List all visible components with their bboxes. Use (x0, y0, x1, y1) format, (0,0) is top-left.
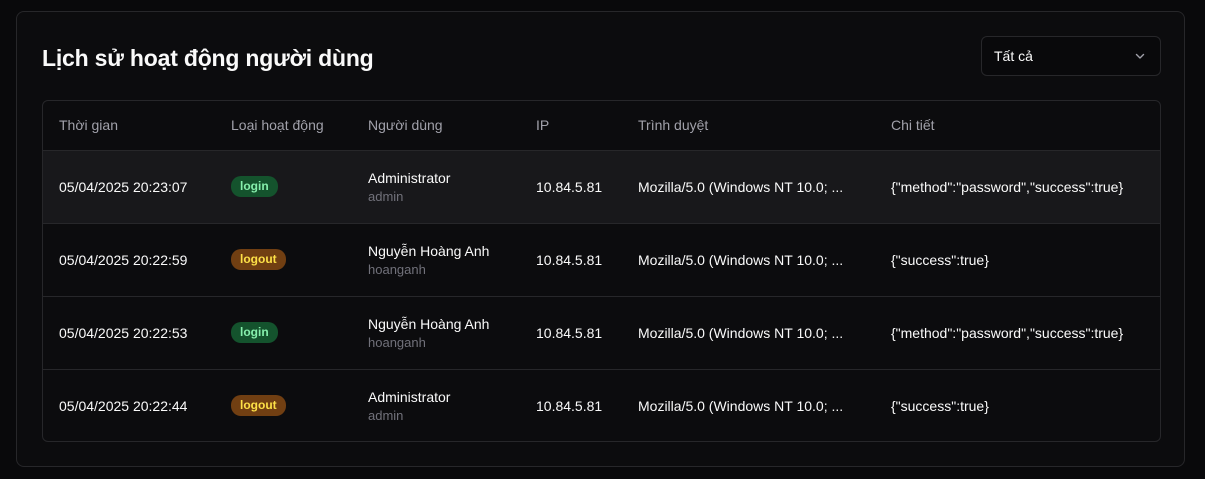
header-time: Thời gian (43, 101, 215, 151)
user-name: Administrator (368, 169, 451, 186)
user-username: hoanganh (368, 334, 426, 350)
header-user: Người dùng (352, 101, 520, 151)
cell-details: {"method":"password","success":true} (891, 178, 1124, 195)
cell-time: 05/04/2025 20:23:07 (59, 178, 188, 195)
header-details: Chi tiết (875, 101, 1160, 151)
user-name: Nguyễn Hoàng Anh (368, 315, 490, 332)
page-title: Lịch sử hoạt động người dùng (42, 45, 374, 71)
table-row[interactable]: 05/04/2025 20:23:07 login Administrator … (43, 150, 1160, 223)
cell-details: {"method":"password","success":true} (891, 324, 1124, 341)
user-username: admin (368, 188, 404, 204)
user-name: Nguyễn Hoàng Anh (368, 242, 490, 259)
activity-type-badge: login (231, 322, 278, 343)
user-name: Administrator (368, 388, 451, 405)
cell-browser: Mozilla/5.0 (Windows NT 10.0; ... (638, 251, 844, 268)
cell-time: 05/04/2025 20:22:53 (59, 324, 188, 341)
cell-ip: 10.84.5.81 (536, 397, 603, 414)
activity-type-badge: logout (231, 395, 286, 417)
activity-table: Thời gian Loại hoạt động Người dùng IP T… (42, 100, 1161, 442)
filter-selected-value: Tất cả (994, 48, 1033, 64)
header-ip: IP (520, 101, 622, 151)
user-username: hoanganh (368, 261, 426, 277)
cell-time: 05/04/2025 20:22:59 (59, 251, 188, 268)
cell-details: {"success":true} (891, 397, 989, 414)
cell-browser: Mozilla/5.0 (Windows NT 10.0; ... (638, 324, 844, 341)
user-username: admin (368, 407, 404, 423)
activity-type-badge: logout (231, 249, 286, 270)
table-row[interactable]: 05/04/2025 20:22:53 login Nguyễn Hoàng A… (43, 296, 1160, 369)
cell-ip: 10.84.5.81 (536, 251, 603, 268)
cell-browser: Mozilla/5.0 (Windows NT 10.0; ... (638, 178, 844, 195)
activity-type-badge: login (231, 176, 278, 197)
chevron-down-icon (1134, 50, 1146, 62)
cell-time: 05/04/2025 20:22:44 (59, 397, 188, 414)
table-row[interactable]: 05/04/2025 20:22:59 logout Nguyễn Hoàng … (43, 223, 1160, 296)
cell-browser: Mozilla/5.0 (Windows NT 10.0; ... (638, 397, 844, 414)
table-row[interactable]: 05/04/2025 20:22:44 logout Administrator… (43, 369, 1160, 441)
activity-filter-select[interactable]: Tất cả (981, 36, 1161, 76)
header-browser: Trình duyệt (622, 101, 875, 151)
cell-ip: 10.84.5.81 (536, 324, 603, 341)
cell-ip: 10.84.5.81 (536, 178, 603, 195)
activity-history-card: Lịch sử hoạt động người dùng Tất cả Thời… (16, 11, 1185, 467)
table-header-row: Thời gian Loại hoạt động Người dùng IP T… (43, 101, 1160, 151)
cell-details: {"success":true} (891, 251, 989, 268)
header-activity-type: Loại hoạt động (215, 101, 352, 151)
